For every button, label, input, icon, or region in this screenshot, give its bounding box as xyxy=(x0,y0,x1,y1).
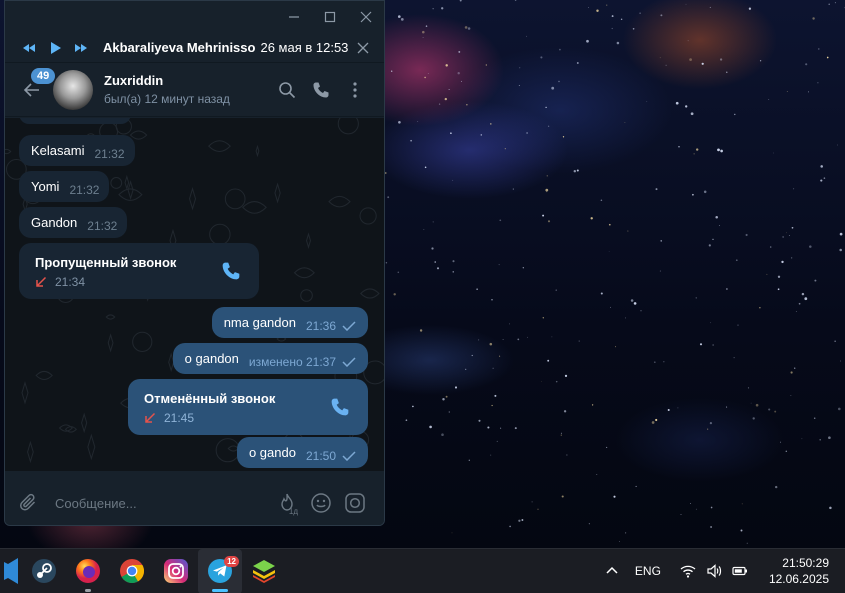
taskbar-app-steam[interactable] xyxy=(22,549,66,593)
volume-icon[interactable] xyxy=(701,558,727,584)
more-options-icon[interactable] xyxy=(338,75,372,105)
firefox-icon xyxy=(76,559,100,583)
taskbar-apps: 12 xyxy=(0,548,286,593)
call-back-phone-icon[interactable] xyxy=(221,261,241,281)
vscode-icon xyxy=(4,558,18,584)
message-time: изменено 21:37 xyxy=(248,354,336,369)
header-actions xyxy=(270,75,372,105)
message-outgoing[interactable]: o gando 21:50 xyxy=(236,437,368,468)
window-controls xyxy=(5,1,384,33)
cancelled-call-message[interactable]: Отменённый звонок 21:45 xyxy=(128,379,368,435)
instagram-icon xyxy=(164,559,188,583)
close-window-button[interactable] xyxy=(348,1,384,33)
self-destruct-timer-icon[interactable]: 1д xyxy=(270,488,304,518)
emoji-icon[interactable] xyxy=(304,488,338,518)
battery-icon[interactable] xyxy=(727,558,753,584)
clock-time: 21:50:29 xyxy=(782,556,829,570)
taskbar-app-chrome[interactable] xyxy=(110,549,154,593)
message-time: 21:32 xyxy=(69,182,100,197)
cancelled-call-arrow-icon xyxy=(145,412,156,423)
chrome-icon xyxy=(120,559,145,584)
telegram-window: Akbaraliyeva Mehrinisso 26 мая в 12:53 4… xyxy=(4,0,385,526)
timer-label: 1д xyxy=(288,507,298,516)
message-composer: 1д xyxy=(5,480,384,525)
running-indicator xyxy=(85,588,91,592)
message-text: Yomi xyxy=(31,179,60,194)
chevron-up-icon[interactable] xyxy=(599,558,625,584)
message-input[interactable] xyxy=(55,495,270,511)
peer-info[interactable]: Zuxriddin был(а) 12 минут назад xyxy=(104,73,230,106)
message-incoming[interactable]: Yomi 21:32 xyxy=(19,171,110,202)
partial-message xyxy=(19,118,131,124)
call-back-phone-icon[interactable] xyxy=(330,397,350,417)
message-incoming[interactable]: Kelasami 21:32 xyxy=(19,135,135,166)
taskbar-app-firefox[interactable] xyxy=(66,549,110,593)
message-outgoing[interactable]: nma gandon 21:36 xyxy=(211,307,368,338)
minimize-button[interactable] xyxy=(276,1,312,33)
missed-call-arrow-icon xyxy=(36,276,47,287)
wifi-icon[interactable] xyxy=(675,558,701,584)
peer-name: Zuxriddin xyxy=(104,73,164,88)
call-time: 21:45 xyxy=(164,411,195,425)
bluestacks-icon xyxy=(253,560,275,583)
language-indicator[interactable]: ENG xyxy=(635,564,661,578)
clock-date: 12.06.2025 xyxy=(768,572,829,586)
read-check-icon xyxy=(342,320,356,331)
avatar[interactable] xyxy=(53,69,93,110)
chat-header: 49 Zuxriddin был(а) 12 минут назад xyxy=(5,63,384,117)
phone-call-icon[interactable] xyxy=(304,75,338,105)
audio-player-bar: Akbaraliyeva Mehrinisso 26 мая в 12:53 xyxy=(5,33,384,63)
message-text: o gando xyxy=(248,445,296,460)
clock[interactable]: 21:50:29 12.06.2025 xyxy=(769,555,829,587)
message-incoming[interactable]: Gandon 21:32 xyxy=(19,207,128,238)
system-tray: ENG 21:50:29 12.06.2025 xyxy=(599,549,845,593)
message-list[interactable]: Kelasami 21:32 Yomi 21:32 Gandon 21:32 П… xyxy=(5,118,384,471)
taskbar-app-vscode[interactable] xyxy=(0,549,22,593)
taskbar-app-telegram[interactable]: 12 xyxy=(198,548,242,593)
message-text: nma gandon xyxy=(223,315,296,330)
sent-check-icon xyxy=(342,450,356,461)
steam-icon xyxy=(32,559,56,583)
taskbar-app-instagram[interactable] xyxy=(154,549,198,593)
message-outgoing[interactable]: o gandon изменено 21:37 xyxy=(172,343,368,374)
call-title: Отменённый звонок xyxy=(144,391,276,406)
call-time: 21:34 xyxy=(55,275,86,289)
unread-count-badge: 49 xyxy=(31,68,56,84)
paperclip-icon[interactable] xyxy=(17,491,41,515)
peer-status: был(а) 12 минут назад xyxy=(104,92,230,106)
read-check-icon xyxy=(342,356,356,367)
message-time: 21:32 xyxy=(94,146,125,161)
previous-track-button[interactable] xyxy=(17,36,41,60)
call-title: Пропущенный звонок xyxy=(35,255,177,270)
missed-call-message[interactable]: Пропущенный звонок 21:34 xyxy=(19,243,259,299)
close-player-button[interactable] xyxy=(352,37,374,59)
running-indicator xyxy=(212,588,228,592)
player-title[interactable]: Akbaraliyeva Mehrinisso xyxy=(103,40,255,55)
message-text: Gandon xyxy=(31,215,78,230)
taskbar: 12 ENG 21:50:29 12.06.2025 xyxy=(0,548,845,593)
message-text: Kelasami xyxy=(31,143,85,158)
next-track-button[interactable] xyxy=(69,36,93,60)
search-icon[interactable] xyxy=(270,75,304,105)
telegram-unread-badge: 12 xyxy=(224,555,239,567)
camera-icon[interactable] xyxy=(338,488,372,518)
message-time: 21:36 xyxy=(305,318,336,333)
message-text: o gandon xyxy=(184,351,239,366)
play-button[interactable] xyxy=(43,36,67,60)
message-time: 21:32 xyxy=(87,218,118,233)
maximize-button[interactable] xyxy=(312,1,348,33)
message-time: 21:50 xyxy=(305,448,336,463)
player-date: 26 мая в 12:53 xyxy=(260,40,349,55)
taskbar-app-bluestacks[interactable] xyxy=(242,549,286,593)
